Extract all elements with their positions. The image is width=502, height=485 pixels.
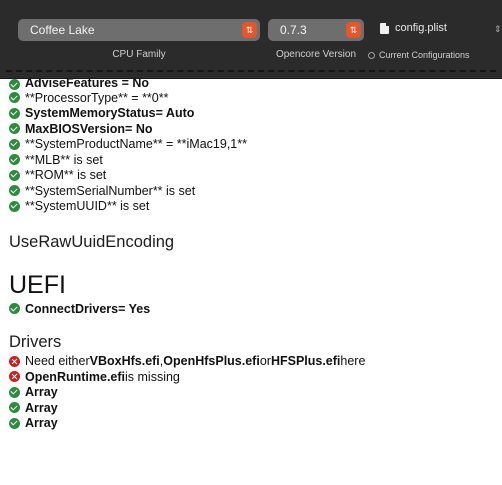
list-item: Array — [9, 400, 499, 416]
error-circle-icon — [9, 371, 20, 383]
opencore-version-popup[interactable]: 0.7.3 ⇅ — [268, 19, 364, 41]
list-item: SystemMemoryStatus = Auto — [9, 106, 499, 122]
check-circle-icon — [9, 169, 20, 181]
list-item: ConnectDrivers = Yes — [9, 301, 499, 317]
cpu-family-popup[interactable]: Coffee Lake ⇅ — [18, 19, 260, 41]
check-circle-icon — [9, 417, 20, 429]
item-key: OpenRuntime.efi — [25, 369, 126, 384]
item-text: Array — [25, 416, 58, 431]
check-circle-icon — [9, 79, 20, 90]
item-text: **ProcessorType** = **0** — [25, 90, 169, 105]
separator-text: or — [259, 354, 271, 369]
item-text: **SystemProductName** = **iMac19,1** — [25, 137, 247, 152]
item-text: **MLB** is set — [25, 152, 103, 167]
item-text: here — [340, 354, 366, 369]
list-item: **SystemProductName** = **iMac19,1** — [9, 137, 499, 153]
list-item: **ROM** is set — [9, 168, 499, 184]
chevron-updown-icon: ⇅ — [346, 22, 361, 38]
section-title-use-raw-uuid: UseRawUuidEncoding — [9, 233, 175, 251]
list-item: AdviseFeatures = No — [9, 79, 499, 90]
check-circle-icon — [9, 138, 20, 150]
item-key: MaxBIOSVersion — [25, 121, 126, 136]
item-text: Array — [25, 385, 58, 400]
list-item: **MLB** is set — [9, 152, 499, 168]
cpu-family-value: Coffee Lake — [30, 23, 95, 37]
check-circle-icon — [9, 386, 20, 398]
check-circle-icon — [9, 123, 20, 135]
section-title-uefi: UEFI — [9, 271, 66, 299]
item-value: = Yes — [118, 301, 151, 316]
document-icon — [380, 22, 389, 34]
opencore-version-caption: Opencore Version — [275, 49, 357, 60]
list-item: **ProcessorType** = **0** — [9, 90, 499, 106]
check-circle-icon — [9, 107, 20, 119]
item-text: Need either — [25, 354, 90, 369]
list-item-error: OpenRuntime.efi is missing — [9, 369, 499, 385]
item-text: AdviseFeatures = No — [25, 79, 150, 90]
check-circle-icon — [9, 200, 20, 212]
list-item: MaxBIOSVersion = No — [9, 121, 499, 137]
radio-icon — [368, 51, 375, 59]
list-item: **SystemSerialNumber** is set — [9, 183, 499, 199]
opencore-version-control: 0.7.3 ⇅ Opencore Version — [268, 19, 364, 60]
check-circle-icon — [9, 154, 20, 166]
chevron-updown-icon: ⇅ — [242, 22, 257, 38]
check-circle-icon — [9, 92, 20, 104]
item-key: SystemMemoryStatus — [25, 106, 156, 121]
check-circle-icon — [9, 402, 20, 414]
item-text: **ROM** is set — [25, 168, 107, 183]
list-item-error: Need either VBoxHfs.efi, OpenHfsPlus.efi… — [9, 354, 499, 370]
section-title-drivers: Drivers — [9, 332, 62, 351]
driver-name: HFSPlus.efi — [270, 354, 341, 369]
error-circle-icon — [9, 355, 20, 367]
item-text: **SystemSerialNumber** is set — [25, 183, 196, 198]
validation-report: AdviseFeatures = No **ProcessorType** = … — [9, 79, 499, 431]
driver-name: VBoxHfs.efi — [89, 354, 160, 369]
item-key: ConnectDrivers — [25, 301, 119, 316]
item-text: Array — [25, 400, 58, 415]
list-item: Array — [9, 416, 499, 432]
driver-name: OpenHfsPlus.efi — [163, 354, 260, 369]
item-value: = Auto — [155, 106, 195, 121]
stepper-icon[interactable]: ⇕ — [494, 24, 502, 35]
check-circle-icon — [9, 185, 20, 197]
opencore-version-value: 0.7.3 — [280, 23, 307, 37]
current-configurations-label: Current Configurations — [379, 50, 470, 60]
current-configurations-option[interactable]: Current Configurations — [368, 50, 470, 60]
list-item: Array — [9, 385, 499, 401]
item-value: = No — [125, 121, 153, 136]
config-file-button[interactable]: config.plist — [380, 22, 447, 34]
config-file-name: config.plist — [395, 22, 447, 34]
list-item: **SystemUUID** is set — [9, 199, 499, 215]
cpu-family-control: Coffee Lake ⇅ CPU Family — [18, 19, 260, 60]
item-value: is missing — [125, 369, 180, 384]
toolbar: Coffee Lake ⇅ CPU Family 0.7.3 ⇅ Opencor… — [0, 0, 502, 79]
cpu-family-caption: CPU Family — [112, 49, 166, 60]
check-circle-icon — [9, 303, 20, 315]
item-text: **SystemUUID** is set — [25, 199, 150, 214]
toolbar-divider — [6, 70, 496, 72]
